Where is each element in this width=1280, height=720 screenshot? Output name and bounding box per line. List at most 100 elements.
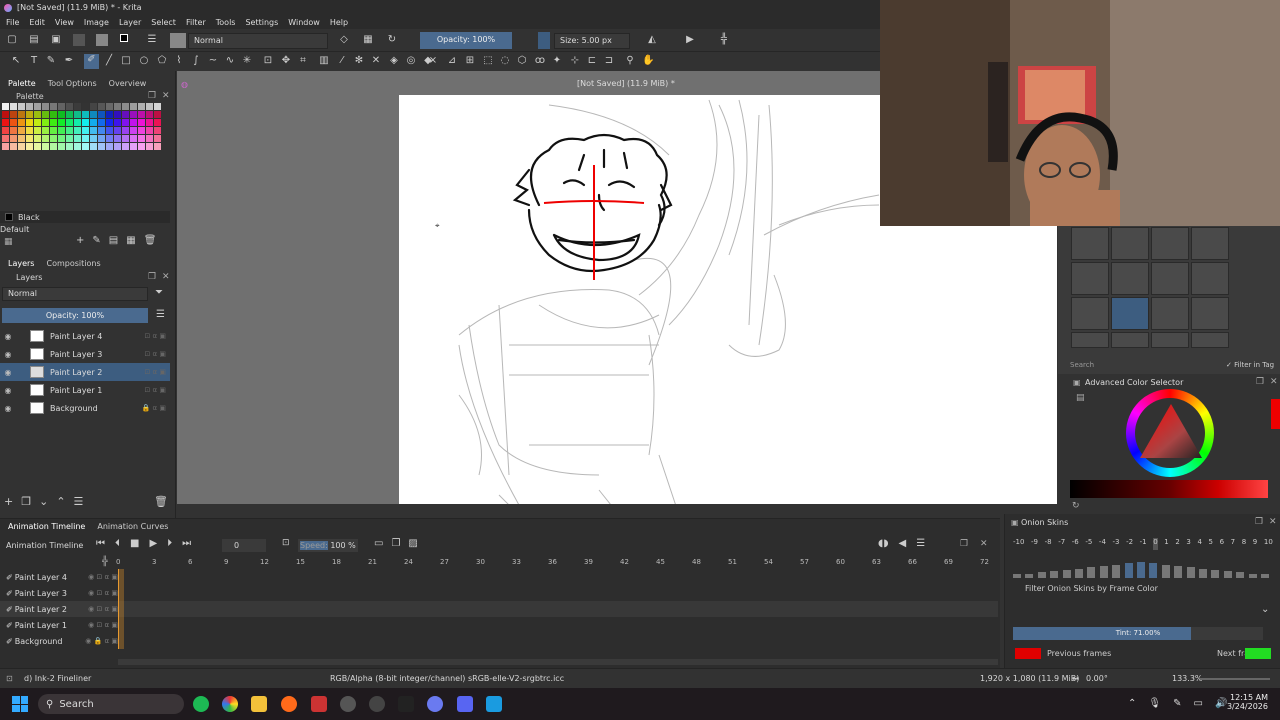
palette-swatch[interactable] bbox=[42, 103, 49, 110]
palette-swatch[interactable] bbox=[66, 135, 73, 142]
palette-swatch[interactable] bbox=[58, 135, 65, 142]
new-document-icon[interactable]: ▢ bbox=[6, 34, 18, 46]
color-history-bar[interactable] bbox=[1070, 480, 1268, 498]
palette-swatch[interactable] bbox=[106, 119, 113, 126]
palette-swatch[interactable] bbox=[66, 143, 73, 150]
visibility-icon[interactable]: ◉ bbox=[3, 332, 13, 341]
palette-swatch[interactable] bbox=[106, 143, 113, 150]
stop-icon[interactable]: ■ bbox=[130, 538, 139, 549]
menu-filter[interactable]: Filter bbox=[186, 18, 206, 27]
onion-opacity-bar[interactable] bbox=[1211, 569, 1220, 578]
play-icon[interactable]: ▶ bbox=[149, 538, 157, 549]
frame-ruler[interactable]: 0 3 6 9 12 15 18 21 24 27 30 33 36 39 42 45 48 51 54 57 60 63… bbox=[116, 556, 996, 568]
menu-help[interactable]: Help bbox=[330, 18, 348, 27]
chrome-icon[interactable] bbox=[222, 696, 238, 712]
lock-icon[interactable]: ⊡ α ▣ bbox=[144, 368, 166, 376]
blend-mode-select[interactable]: Normal bbox=[188, 33, 328, 49]
tab-layers[interactable]: Layers bbox=[8, 259, 34, 268]
timeline-layer-row[interactable]: ✐ Paint Layer 4 ◉ ⊡ α ▣ bbox=[0, 569, 118, 585]
brush-settings-icon[interactable]: ☰ bbox=[146, 34, 158, 46]
layer-opacity-slider[interactable]: Opacity: 100% bbox=[2, 308, 148, 323]
timeline-layer-row[interactable]: ✐ Paint Layer 1 ◉ ⊡ α ▣ bbox=[0, 617, 118, 633]
brush-preset[interactable] bbox=[1151, 332, 1189, 348]
bezier-select-icon[interactable]: ⊏ bbox=[586, 55, 598, 67]
palette-swatch[interactable] bbox=[18, 103, 25, 110]
palette-swatch[interactable] bbox=[50, 143, 57, 150]
similar-select-icon[interactable]: ⊹ bbox=[569, 55, 581, 67]
layers-close-icon[interactable]: ✕ bbox=[162, 272, 170, 282]
tint-slider[interactable]: Tint: 71.00% bbox=[1013, 627, 1263, 640]
onion-frame-numbers[interactable]: -10 -9 -8 -7 -6 -5 -4 -3 -2 -1 0 1 2 3 4 5 6 7 8 9 10 bbox=[1013, 538, 1273, 550]
layer-row[interactable]: ◉ Paint Layer 3 ⊡ α ▣ bbox=[0, 345, 170, 363]
palette-swatch[interactable] bbox=[106, 135, 113, 142]
onion-opacity-bar[interactable] bbox=[1075, 568, 1083, 578]
pin-icon[interactable]: ✐ bbox=[6, 637, 13, 646]
onion-opacity-bar[interactable] bbox=[1037, 572, 1046, 578]
palette-swatch[interactable] bbox=[66, 127, 73, 134]
layer-row[interactable]: ◉ Paint Layer 4 ⊡ α ▣ bbox=[0, 327, 170, 345]
palette-swatch[interactable] bbox=[2, 119, 9, 126]
brush-preset[interactable] bbox=[1071, 297, 1109, 330]
layer-properties-icon[interactable]: ☰ bbox=[74, 495, 84, 508]
text-tool-icon[interactable]: T bbox=[28, 55, 40, 67]
timeline-scrollbar[interactable] bbox=[118, 659, 998, 665]
palette-swatch[interactable] bbox=[26, 127, 33, 134]
current-color-row[interactable]: Black bbox=[0, 211, 170, 223]
crop-tool-icon[interactable]: ⌗ bbox=[297, 55, 309, 67]
timeline-layer-row[interactable]: ✐ Paint Layer 3 ◉ ⊡ α ▣ bbox=[0, 585, 118, 601]
palette-swatch[interactable] bbox=[98, 143, 105, 150]
palette-swatch[interactable] bbox=[130, 135, 137, 142]
palette-swatch[interactable] bbox=[122, 143, 129, 150]
timeline-menu-icon[interactable]: ☰ bbox=[916, 538, 925, 549]
onion-opacity-bar[interactable] bbox=[1236, 572, 1245, 578]
onion-opacity-bar[interactable] bbox=[1087, 567, 1096, 578]
palette-swatch[interactable] bbox=[50, 135, 57, 142]
onion-frame-number[interactable]: -7 bbox=[1058, 538, 1065, 550]
onion-toggle-icon[interactable]: ❐ bbox=[391, 538, 400, 549]
onion-opacity-bar[interactable] bbox=[1149, 563, 1158, 578]
onion-frame-number[interactable]: -6 bbox=[1072, 538, 1079, 550]
eraser-icon[interactable]: ◇ bbox=[338, 34, 350, 46]
filter-icon[interactable]: ⏷ bbox=[155, 287, 163, 298]
onion-opacity-bar[interactable] bbox=[1025, 573, 1034, 578]
freehand-path-icon[interactable]: ~ bbox=[207, 55, 219, 67]
palette-swatch[interactable] bbox=[42, 143, 49, 150]
palette-swatch[interactable] bbox=[138, 111, 145, 118]
palette-swatch[interactable] bbox=[66, 111, 73, 118]
color-settings-icon[interactable]: ▤ bbox=[1076, 393, 1085, 403]
palette-swatch[interactable] bbox=[146, 119, 153, 126]
palette-swatch[interactable] bbox=[26, 143, 33, 150]
brush-preset[interactable] bbox=[1191, 262, 1229, 295]
palette-swatch[interactable] bbox=[66, 119, 73, 126]
onion-frame-number[interactable]: 2 bbox=[1175, 538, 1179, 550]
palette-swatch[interactable] bbox=[122, 127, 129, 134]
palette-swatch[interactable] bbox=[138, 103, 145, 110]
menu-view[interactable]: View bbox=[55, 18, 74, 27]
menu-select[interactable]: Select bbox=[151, 18, 176, 27]
previous-frames-color[interactable] bbox=[1015, 648, 1041, 659]
size-slider[interactable]: Size: 5.00 px bbox=[554, 33, 630, 49]
palette-swatch[interactable] bbox=[58, 143, 65, 150]
palette-swatch[interactable] bbox=[58, 103, 65, 110]
zoom-value[interactable]: 133.3% bbox=[1172, 674, 1203, 683]
move-up-icon[interactable]: ⌃ bbox=[56, 495, 65, 508]
palette-swatch[interactable] bbox=[98, 111, 105, 118]
palette-swatch[interactable] bbox=[154, 111, 161, 118]
speed-field[interactable]: Speed: 100 % bbox=[298, 539, 358, 552]
tab-animation-curves[interactable]: Animation Curves bbox=[97, 522, 168, 531]
palette-swatch[interactable] bbox=[106, 127, 113, 134]
windows-start-icon[interactable] bbox=[12, 696, 28, 712]
brush-preset-icon[interactable] bbox=[170, 33, 186, 48]
menu-image[interactable]: Image bbox=[84, 18, 109, 27]
drop-frames-icon[interactable]: ⊡ bbox=[282, 538, 290, 548]
palette-swatch[interactable] bbox=[26, 119, 33, 126]
tab-compositions[interactable]: Compositions bbox=[46, 259, 100, 268]
brush-preset[interactable] bbox=[1151, 297, 1189, 330]
palette-swatch[interactable] bbox=[10, 119, 17, 126]
visibility-icon[interactable]: ◉ bbox=[3, 386, 13, 395]
tab-palette[interactable]: Palette bbox=[8, 79, 36, 88]
palette-swatch[interactable] bbox=[34, 135, 41, 142]
palette-swatch[interactable] bbox=[138, 135, 145, 142]
onion-frame-number[interactable]: 10 bbox=[1264, 538, 1273, 550]
onion-opacity-bar[interactable] bbox=[1199, 568, 1207, 578]
